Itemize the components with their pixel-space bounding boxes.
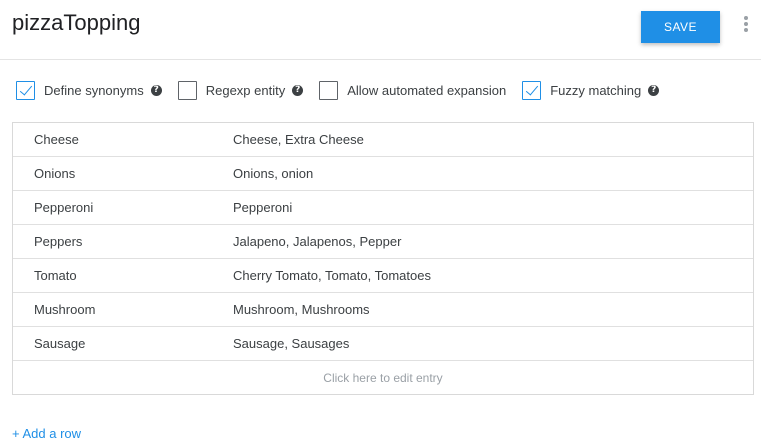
fuzzy-matching-label: Fuzzy matching <box>550 82 642 98</box>
help-circle-icon[interactable]: ? <box>150 84 162 96</box>
help-circle-icon[interactable]: ? <box>292 84 304 96</box>
regexp-entity-label: Regexp entity <box>205 82 286 98</box>
edit-entry-placeholder[interactable]: Click here to edit entry <box>13 361 753 394</box>
entry-value[interactable]: Tomato <box>13 268 233 283</box>
entry-value[interactable]: Sausage <box>13 336 233 351</box>
entry-value[interactable]: Onions <box>13 166 233 181</box>
table-row[interactable]: Tomato Cherry Tomato, Tomato, Tomatoes <box>13 259 753 293</box>
entry-synonyms[interactable]: Cherry Tomato, Tomato, Tomatoes <box>233 268 753 283</box>
option-allow-automated-expansion[interactable]: Allow automated expansion <box>319 80 507 100</box>
option-define-synonyms[interactable]: Define synonyms ? <box>16 80 162 100</box>
more-vert-icon[interactable] <box>738 14 754 34</box>
fuzzy-matching-checkbox[interactable] <box>522 80 542 100</box>
table-row[interactable]: Peppers Jalapeno, Jalapenos, Pepper <box>13 225 753 259</box>
page-header: pizzaTopping SAVE <box>0 0 761 60</box>
add-row-link[interactable]: + Add a row <box>12 426 81 441</box>
option-fuzzy-matching[interactable]: Fuzzy matching ? <box>522 80 660 100</box>
entries-table: Cheese Cheese, Extra Cheese Onions Onion… <box>12 122 754 395</box>
table-row[interactable]: Mushroom Mushroom, Mushrooms <box>13 293 753 327</box>
option-regexp-entity[interactable]: Regexp entity ? <box>177 80 304 100</box>
entry-synonyms[interactable]: Mushroom, Mushrooms <box>233 302 753 317</box>
regexp-entity-checkbox[interactable] <box>177 80 197 100</box>
allow-automated-expansion-checkbox[interactable] <box>319 80 339 100</box>
entry-value[interactable]: Peppers <box>13 234 233 249</box>
save-button[interactable]: SAVE <box>641 11 720 43</box>
entry-value[interactable]: Cheese <box>13 132 233 147</box>
allow-automated-expansion-label: Allow automated expansion <box>347 82 507 98</box>
entry-value[interactable]: Pepperoni <box>13 200 233 215</box>
help-circle-icon[interactable]: ? <box>648 84 660 96</box>
table-row[interactable]: Pepperoni Pepperoni <box>13 191 753 225</box>
entry-synonyms[interactable]: Pepperoni <box>233 200 753 215</box>
entry-synonyms[interactable]: Cheese, Extra Cheese <box>233 132 753 147</box>
entity-options: Define synonyms ? Regexp entity ? Allow … <box>16 79 675 101</box>
define-synonyms-label: Define synonyms <box>44 82 144 98</box>
table-row[interactable]: Onions Onions, onion <box>13 157 753 191</box>
table-row[interactable]: Cheese Cheese, Extra Cheese <box>13 123 753 157</box>
define-synonyms-checkbox[interactable] <box>16 80 35 100</box>
entry-synonyms[interactable]: Sausage, Sausages <box>233 336 753 351</box>
entry-value[interactable]: Mushroom <box>13 302 233 317</box>
table-row[interactable]: Sausage Sausage, Sausages <box>13 327 753 361</box>
page-title: pizzaTopping <box>12 10 141 35</box>
entry-synonyms[interactable]: Onions, onion <box>233 166 753 181</box>
entry-synonyms[interactable]: Jalapeno, Jalapenos, Pepper <box>233 234 753 249</box>
